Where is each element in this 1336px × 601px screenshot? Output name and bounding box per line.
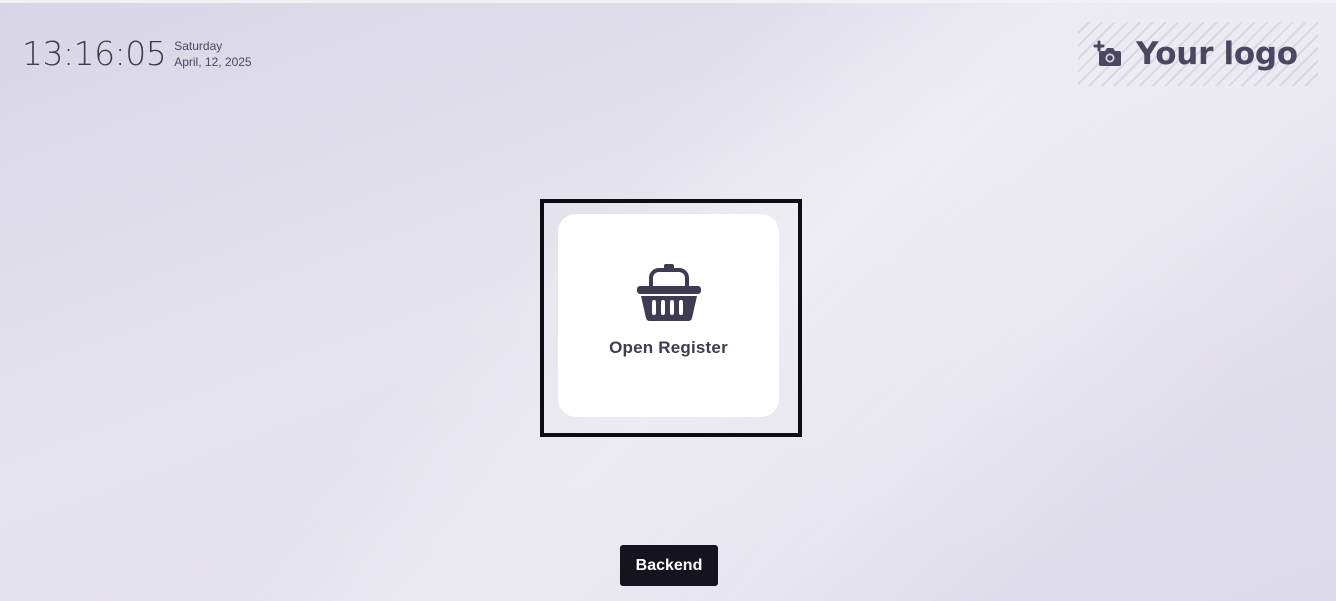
- logo: Your logo: [1078, 22, 1318, 86]
- clock: 13:16:05 Saturday April, 12, 2025: [22, 36, 252, 70]
- open-register-button[interactable]: Open Register: [558, 214, 779, 417]
- clock-weekday: Saturday: [174, 39, 223, 53]
- backend-button[interactable]: Backend: [620, 545, 718, 586]
- clock-time: 13:16:05: [22, 33, 167, 73]
- basket-icon: [636, 264, 701, 322]
- open-register-label: Open Register: [609, 338, 728, 357]
- logo-text: Your logo: [1136, 36, 1298, 72]
- clock-full-date: April, 12, 2025: [174, 55, 252, 69]
- camera-add-icon: [1092, 38, 1124, 70]
- clock-date: Saturday April, 12, 2025: [174, 36, 251, 70]
- top-border: [0, 0, 1336, 3]
